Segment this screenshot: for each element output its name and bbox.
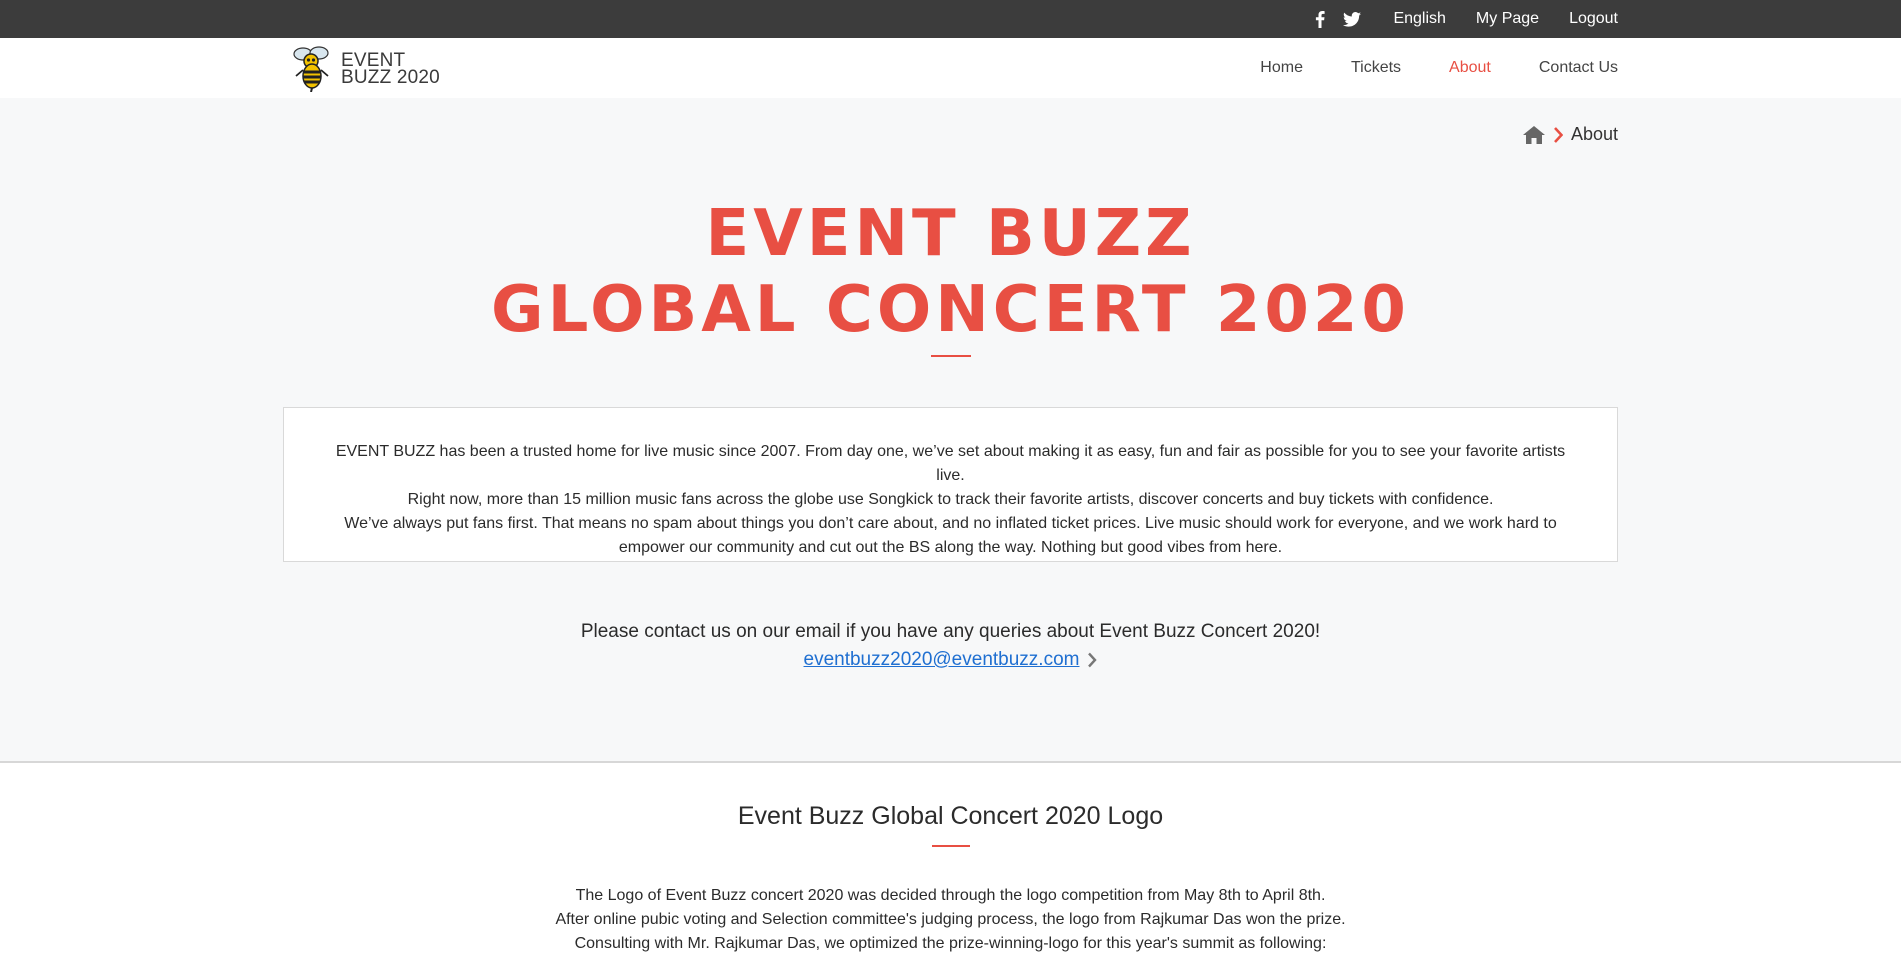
chevron-right-icon[interactable] bbox=[1087, 652, 1098, 668]
contact-block: Please contact us on our email if you ha… bbox=[283, 621, 1618, 671]
language-link[interactable]: English bbox=[1393, 10, 1445, 28]
breadcrumb-current: About bbox=[1570, 124, 1618, 144]
logo-line-2: BUZZ 2020 bbox=[341, 67, 440, 88]
page-title: EVENT BUZZ GLOBAL CONCERT 2020 bbox=[283, 196, 1618, 348]
logo-section: Event Buzz Global Concert 2020 Logo The … bbox=[0, 763, 1901, 962]
chevron-right-icon bbox=[1553, 126, 1563, 143]
main-nav: Home Tickets About Contact Us bbox=[1212, 59, 1618, 77]
logo-text: EVENT BUZZ 2020 bbox=[341, 50, 440, 88]
my-page-link[interactable]: My Page bbox=[1476, 10, 1539, 28]
contact-text: Please contact us on our email if you ha… bbox=[580, 621, 1321, 642]
nav-about[interactable]: About bbox=[1449, 59, 1491, 77]
nav-contact-us[interactable]: Contact Us bbox=[1539, 59, 1618, 77]
intro-paragraph-1: EVENT BUZZ has been a trusted home for l… bbox=[335, 443, 1566, 484]
email-link[interactable]: eventbuzz2020@eventbuzz.com bbox=[804, 649, 1080, 671]
facebook-icon[interactable] bbox=[1315, 10, 1326, 28]
logout-link[interactable]: Logout bbox=[1569, 10, 1618, 28]
nav-tickets[interactable]: Tickets bbox=[1351, 59, 1401, 77]
intro-paragraph-3: We’ve always put fans first. That means … bbox=[344, 515, 1557, 556]
twitter-icon[interactable] bbox=[1343, 11, 1362, 27]
logo-section-title: Event Buzz Global Concert 2020 Logo bbox=[737, 802, 1164, 830]
logo-desc-line-2: After online pubic voting and Selection … bbox=[555, 911, 1346, 928]
logo-section-description: The Logo of Event Buzz concert 2020 was … bbox=[0, 884, 1901, 956]
intro-box: EVENT BUZZ has been a trusted home for l… bbox=[283, 407, 1618, 562]
bee-logo-icon bbox=[293, 46, 329, 92]
breadcrumb: About bbox=[1522, 124, 1618, 145]
title-underline bbox=[283, 355, 1618, 357]
top-bar: English My Page Logout bbox=[0, 0, 1901, 38]
nav-home[interactable]: Home bbox=[1260, 59, 1303, 77]
title-line-1: EVENT BUZZ bbox=[705, 197, 1196, 271]
intro-paragraph-2: Right now, more than 15 million music fa… bbox=[407, 491, 1494, 508]
site-logo[interactable]: EVENT BUZZ 2020 bbox=[289, 44, 440, 92]
logo-desc-line-3: Consulting with Mr. Rajkumar Das, we opt… bbox=[574, 935, 1327, 952]
title-line-2: GLOBAL CONCERT 2020 bbox=[491, 273, 1410, 347]
logo-desc-line-1: The Logo of Event Buzz concert 2020 was … bbox=[575, 887, 1326, 904]
main-header: EVENT BUZZ 2020 Home Tickets About Conta… bbox=[0, 38, 1901, 98]
home-icon[interactable] bbox=[1522, 125, 1545, 144]
about-hero: About EVENT BUZZ GLOBAL CONCERT 2020 EVE… bbox=[0, 98, 1901, 761]
section-underline bbox=[0, 845, 1901, 847]
